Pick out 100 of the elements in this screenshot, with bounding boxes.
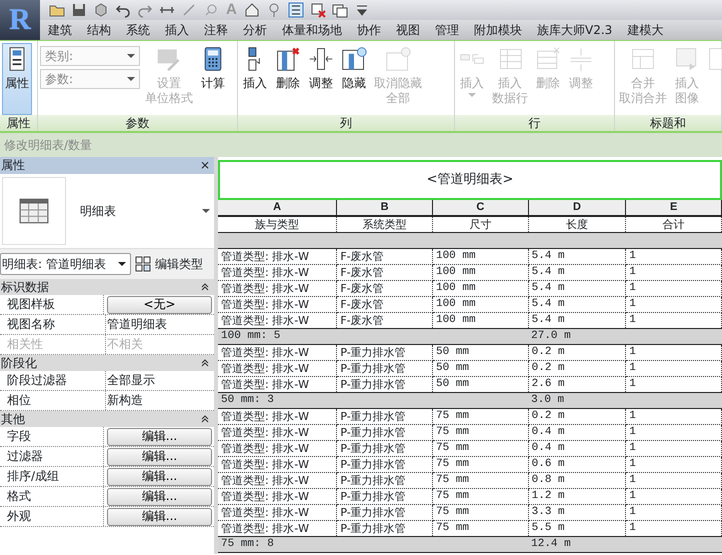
table-cell: 50 mm <box>432 344 528 360</box>
merge-cells-icon <box>630 46 656 72</box>
table-cell: 0.6 m <box>528 456 626 472</box>
ribbon-tab[interactable]: 体量和场地 <box>282 20 342 40</box>
table-cell: 管道类型: 排水-W <box>218 360 337 376</box>
property-value: 不相关 <box>107 337 143 351</box>
ribbon-tab[interactable]: 管理 <box>435 20 459 40</box>
table-cell: P-重力排水管 <box>336 472 432 488</box>
table-cell: 50 mm <box>432 360 528 376</box>
ribbon-button[interactable]: 删除 <box>273 43 303 115</box>
column-letter[interactable]: B <box>336 200 432 216</box>
insert-data-row-icon <box>497 46 523 72</box>
ribbon-tab[interactable]: 系统 <box>126 20 150 40</box>
ribbon-button[interactable]: 隐藏 <box>339 43 369 115</box>
panel-title: 列 <box>238 115 454 131</box>
property-button[interactable]: 编辑... <box>107 508 212 526</box>
column-letter[interactable]: C <box>432 200 528 216</box>
hide-column-icon <box>341 46 367 72</box>
property-label: 外观 <box>0 507 104 526</box>
subtotal-value: 3.0 m <box>528 392 626 408</box>
table-cell: 0.4 m <box>528 440 626 456</box>
group-header[interactable]: 其他 <box>0 411 214 427</box>
table-cell: 1 <box>626 472 722 488</box>
table-cell: P-重力排水管 <box>336 408 432 424</box>
table-cell: 5.4 m <box>528 280 626 296</box>
table-cell: 100 mm <box>432 248 528 264</box>
table-cell: 0.2 m <box>528 344 626 360</box>
subtotal-value: 12.4 m <box>528 536 626 552</box>
table-cell: 3.3 m <box>528 504 626 520</box>
ribbon-button[interactable]: 插入 <box>240 43 270 115</box>
ribbon-tab[interactable]: 结构 <box>87 20 111 40</box>
table-cell: 1 <box>626 360 722 376</box>
group-header[interactable]: 标识数据 <box>0 279 214 295</box>
column-letter[interactable]: D <box>528 200 626 216</box>
close-button[interactable]: × <box>200 157 210 174</box>
property-label: 格式 <box>0 487 104 506</box>
property-button[interactable]: 编辑... <box>107 488 212 506</box>
column-letter[interactable]: E <box>626 200 722 216</box>
collapse-icon <box>201 358 209 367</box>
ribbon-tab[interactable]: 协作 <box>357 20 381 40</box>
property-button[interactable]: <无> <box>107 296 212 314</box>
table-cell: 75 mm <box>432 504 528 520</box>
table-cell: 1 <box>626 344 722 360</box>
table-cell: P-重力排水管 <box>336 360 432 376</box>
table-cell: F-废水管 <box>336 280 432 296</box>
ribbon-tab[interactable]: 注释 <box>204 20 228 40</box>
table-cell: 1 <box>626 296 722 312</box>
ribbon-tab[interactable]: 分析 <box>243 20 267 40</box>
type-selector[interactable]: 明细表: 管道明细表 <box>0 253 131 275</box>
property-value[interactable]: 全部显示 <box>107 373 155 387</box>
house-icon <box>244 2 260 18</box>
property-label: 视图样板 <box>0 295 104 314</box>
property-label: 相关性 <box>0 335 106 354</box>
table-cell: P-重力排水管 <box>336 344 432 360</box>
type-name: 明细表 <box>80 203 117 220</box>
table-cell: 管道类型: 排水-W <box>218 440 337 456</box>
ribbon-tab[interactable]: 插入 <box>165 20 189 40</box>
table-cell: 1 <box>626 440 722 456</box>
property-label: 视图名称 <box>0 315 106 334</box>
property-button[interactable]: 编辑... <box>107 428 212 446</box>
table-cell: 1 <box>626 248 722 264</box>
palette-title: 属性 <box>1 157 25 174</box>
table-cell: P-重力排水管 <box>336 440 432 456</box>
table-cell: 管道类型: 排水-W <box>218 248 337 264</box>
table-cell: 100 mm <box>432 280 528 296</box>
panel-title: 参数 <box>38 115 237 131</box>
edit-type-icon <box>135 256 151 272</box>
table-cell: 1 <box>626 264 722 280</box>
group-header[interactable]: 阶段化 <box>0 355 214 371</box>
ribbon-button[interactable]: 属性 <box>2 43 32 115</box>
table-cell: F-废水管 <box>336 296 432 312</box>
ribbon-tab[interactable]: 建模大 <box>627 20 664 40</box>
subtotal-label: 100 mm: 5 <box>218 328 528 344</box>
ribbon-button[interactable]: 计算 <box>198 43 228 115</box>
table-cell: P-重力排水管 <box>336 504 432 520</box>
table-cell: P-重力排水管 <box>336 456 432 472</box>
table-cell: 1 <box>626 424 722 440</box>
table-cell: 管道类型: 排水-W <box>218 488 337 504</box>
table-cell: 1 <box>626 488 722 504</box>
subtotal-label: 50 mm: 3 <box>218 392 528 408</box>
collapse-icon <box>201 282 209 291</box>
ribbon-button[interactable]: 调整 <box>306 43 336 115</box>
edit-type-link[interactable]: 编辑类型 <box>155 255 203 273</box>
ribbon-tab[interactable]: 建筑 <box>48 20 72 40</box>
ribbon-tab[interactable]: 附加模块 <box>474 20 522 40</box>
ribbon-tab[interactable]: 视图 <box>396 20 420 40</box>
table-cell: 100 mm <box>432 264 528 280</box>
table-cell: 管道类型: 排水-W <box>218 408 337 424</box>
property-value[interactable]: 新构造 <box>107 393 143 407</box>
column-letter[interactable]: A <box>218 200 337 216</box>
panel-title: 属性 <box>0 115 37 131</box>
table-cell: 0.2 m <box>528 360 626 376</box>
group-title: 标识数据 <box>1 279 49 295</box>
table-cell: 1 <box>626 280 722 296</box>
table-cell: 1 <box>626 504 722 520</box>
ribbon-tab[interactable]: 族库大师V2.3 <box>537 20 612 40</box>
table-cell: 管道类型: 排水-W <box>218 296 337 312</box>
property-button[interactable]: 编辑... <box>107 468 212 486</box>
property-value[interactable]: 管道明细表 <box>107 317 167 331</box>
property-button[interactable]: 编辑... <box>107 448 212 466</box>
